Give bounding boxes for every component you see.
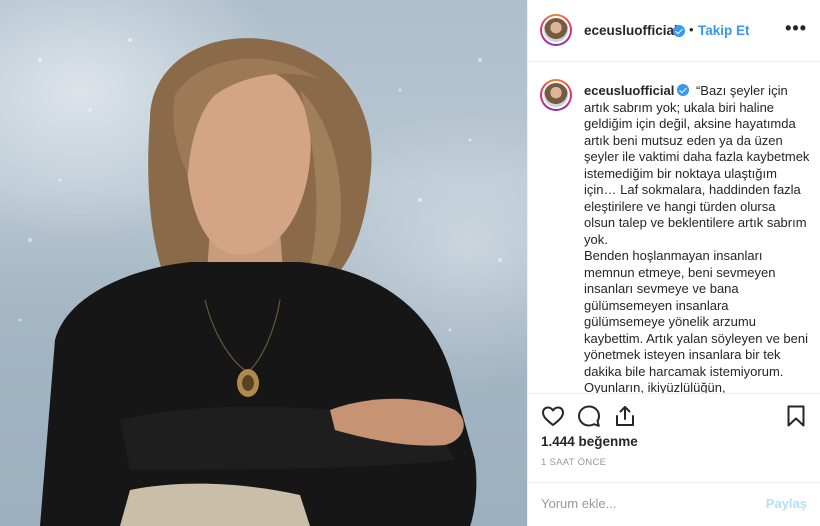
- bookmark-icon[interactable]: [784, 404, 808, 428]
- post-side-panel: eceusluofficial • Takip Et ••• eceusluof…: [527, 0, 820, 526]
- more-options-icon[interactable]: •••: [785, 18, 807, 39]
- author-avatar[interactable]: [540, 14, 572, 46]
- like-count[interactable]: 1.444 beğenme: [541, 434, 638, 449]
- post-comment-button[interactable]: Paylaş: [766, 496, 807, 511]
- verified-badge-icon: [677, 84, 690, 96]
- caption-text: “Bazı şeyler için artık sabrım yok; ukal…: [584, 83, 810, 393]
- post-actions: 1.444 beğenme 1 SAAT ÖNCE Paylaş: [528, 393, 820, 526]
- post-header: eceusluofficial • Takip Et •••: [528, 0, 820, 62]
- follow-button[interactable]: Takip Et: [698, 23, 750, 38]
- author-username[interactable]: eceusluofficial: [584, 23, 678, 38]
- comment-input[interactable]: [541, 496, 741, 511]
- separator-dot: •: [689, 22, 694, 37]
- verified-badge-icon: [673, 25, 685, 37]
- caption-username[interactable]: eceusluofficial: [584, 83, 674, 98]
- caption-area[interactable]: eceusluofficial “Bazı şeyler için artık …: [528, 63, 820, 393]
- post-photo[interactable]: [0, 0, 527, 526]
- photo-illustration: [18, 38, 502, 526]
- caption-avatar[interactable]: [540, 79, 572, 111]
- comment-bubble-icon[interactable]: [577, 404, 601, 428]
- post-caption: eceusluofficial “Bazı şeyler için artık …: [584, 83, 810, 393]
- heart-icon[interactable]: [541, 404, 565, 428]
- post-timestamp[interactable]: 1 SAAT ÖNCE: [541, 457, 606, 468]
- share-upload-icon[interactable]: [613, 404, 637, 428]
- comment-row: Paylaş: [528, 482, 820, 526]
